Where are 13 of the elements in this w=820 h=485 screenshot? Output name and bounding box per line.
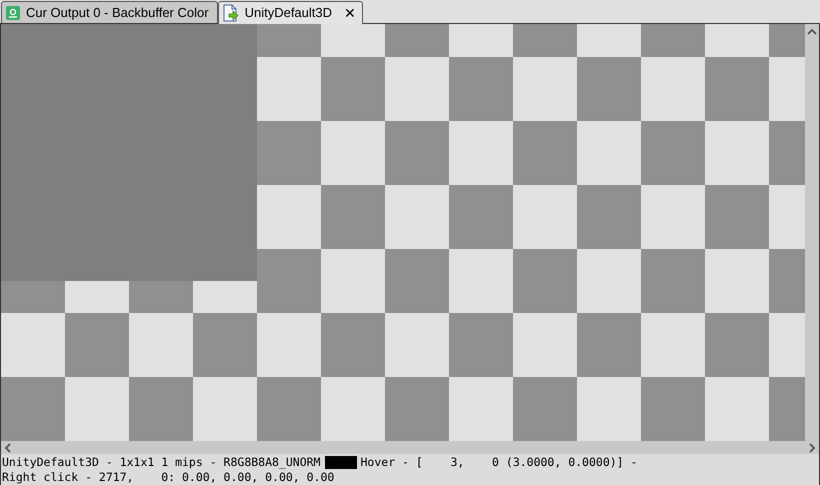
horizontal-scrollbar[interactable] <box>1 441 819 454</box>
hover-info-text: Hover - [ 3, 0 (3.0000, 0.0000)] - <box>360 455 638 470</box>
right-click-info-text: Right click - 2717, 0: 0.00, 0.00, 0.00, 0.00 <box>2 470 334 484</box>
texture-info-text: UnityDefault3D - 1x1x1 1 mips - R8G8B8A8_UNORM <box>2 455 320 470</box>
scroll-up-icon[interactable] <box>807 28 817 36</box>
tab[interactable]: Cur Output 0 - Backbuffer Color <box>1 1 218 23</box>
person-icon <box>6 6 20 20</box>
scroll-left-icon[interactable] <box>4 442 11 452</box>
vertical-scrollbar[interactable] <box>805 24 819 441</box>
close-button[interactable]: ✕ <box>342 2 358 24</box>
tab[interactable]: UnityDefault3D ✕ <box>218 1 364 24</box>
scroll-right-icon[interactable] <box>809 442 816 452</box>
document-arrow-icon <box>222 4 239 22</box>
